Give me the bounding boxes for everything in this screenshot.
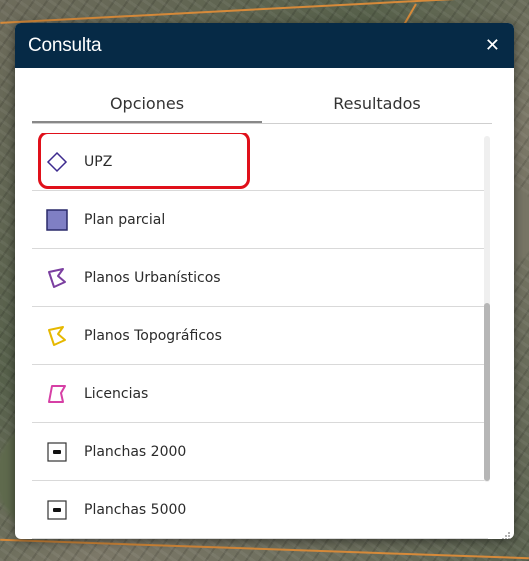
- list-item-licencias[interactable]: Licencias: [32, 365, 488, 423]
- pink-polygon-icon: [46, 383, 68, 405]
- tab-bar: Opciones Resultados: [32, 85, 492, 124]
- map-road: [0, 538, 529, 560]
- list-item-planchas-2000[interactable]: Planchas 2000: [32, 423, 488, 481]
- tab-resultados[interactable]: Resultados: [262, 85, 492, 123]
- highlight-box: [38, 133, 250, 189]
- list-item-planos-topograficos[interactable]: Planos Topográficos: [32, 307, 488, 365]
- tab-opciones[interactable]: Opciones: [32, 85, 262, 123]
- purple-polygon-icon: [46, 267, 68, 289]
- list-item-label: Licencias: [84, 385, 149, 402]
- sheet-square-icon: [46, 499, 68, 521]
- list-item-upz[interactable]: UPZ: [32, 133, 488, 191]
- list-item-label: Plan parcial: [84, 211, 166, 228]
- list-item-label: Planos Topográficos: [84, 327, 222, 344]
- list-item-label: UPZ: [84, 153, 113, 170]
- filled-square-icon: [46, 208, 68, 231]
- layer-list: UPZ Plan parcial Planos Urbanísticos Pla…: [32, 133, 488, 539]
- dialog-title: Consulta: [28, 34, 102, 56]
- list-item-plan-parcial[interactable]: Plan parcial: [32, 191, 488, 249]
- list-item-label: Planchas 2000: [84, 443, 187, 460]
- diamond-outline-icon: [46, 151, 68, 173]
- yellow-polygon-icon: [46, 325, 68, 347]
- map-road: [0, 0, 529, 24]
- sheet-square-icon: [46, 441, 68, 463]
- list-item-label: Planchas 5000: [84, 501, 187, 518]
- scrollbar-thumb[interactable]: [484, 303, 490, 481]
- list-item-planchas-5000[interactable]: Planchas 5000: [32, 481, 488, 539]
- resize-handle-icon[interactable]: [501, 526, 511, 539]
- list-item-label: Planos Urbanísticos: [84, 269, 221, 286]
- dialog-header: Consulta ✕: [15, 23, 514, 68]
- query-dialog: Consulta ✕ Opciones Resultados UPZ Plan …: [15, 23, 514, 539]
- list-item-planos-urbanisticos[interactable]: Planos Urbanísticos: [32, 249, 488, 307]
- close-button[interactable]: ✕: [485, 36, 500, 55]
